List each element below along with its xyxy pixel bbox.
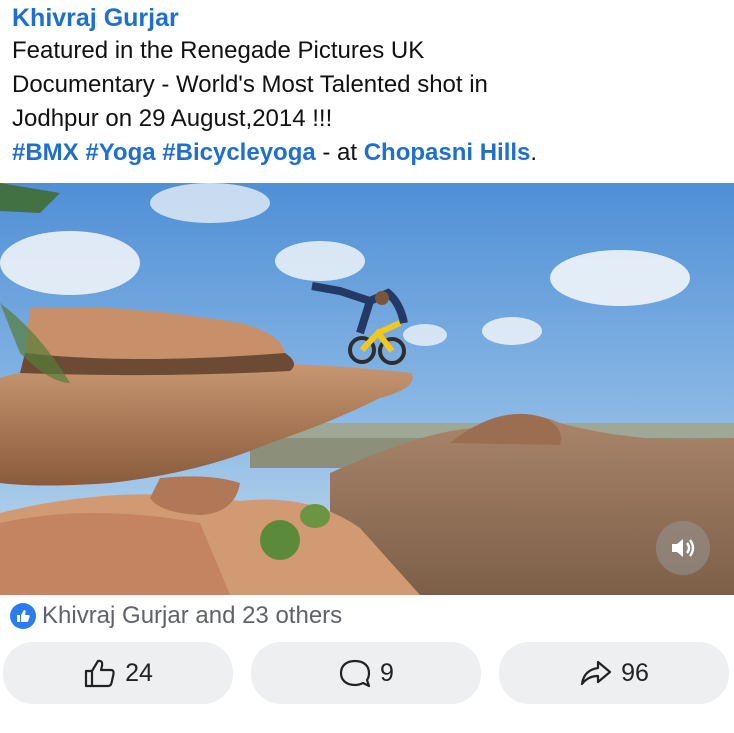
- post-caption-line-1: Featured in the Renegade Pictures UK: [12, 37, 425, 64]
- post-hashtags-line: #BMX #Yoga #Bicycleyoga - at Chopasni Hi…: [12, 136, 726, 170]
- location-suffix: .: [530, 139, 538, 166]
- post-action-bar: 24 9 96: [3, 642, 729, 704]
- post-author-name[interactable]: Khivraj Gurjar: [12, 2, 726, 34]
- share-button[interactable]: 96: [499, 642, 729, 704]
- hashtag-bmx[interactable]: #BMX: [12, 139, 79, 166]
- like-count: 24: [125, 658, 153, 687]
- video-player[interactable]: [0, 183, 734, 595]
- post-header: Khivraj Gurjar Featured in the Renegade …: [12, 2, 726, 170]
- comment-count: 9: [380, 658, 394, 687]
- video-frame-image: [0, 183, 734, 595]
- like-button[interactable]: 24: [3, 642, 233, 704]
- thumbs-up-outline-icon: [83, 657, 117, 689]
- location-prefix: - at: [315, 139, 364, 166]
- hashtag-yoga[interactable]: #Yoga: [85, 139, 155, 166]
- reactions-text: Khivraj Gurjar and 23 others: [42, 602, 343, 629]
- comment-bubble-icon: [338, 657, 372, 689]
- volume-button[interactable]: [656, 521, 710, 575]
- comment-button[interactable]: 9: [251, 642, 481, 704]
- thumbs-up-icon: [10, 603, 36, 629]
- post-caption-line-2: Documentary - World's Most Talented shot…: [12, 71, 488, 98]
- share-count: 96: [621, 658, 649, 687]
- post-caption-line-3: Jodhpur on 29 August,2014 !!!: [12, 105, 333, 132]
- reactions-summary[interactable]: Khivraj Gurjar and 23 others: [10, 602, 342, 630]
- speaker-volume-icon: [672, 539, 695, 557]
- share-arrow-icon: [579, 657, 613, 689]
- hashtag-bicycleyoga[interactable]: #Bicycleyoga: [162, 139, 315, 166]
- location-link[interactable]: Chopasni Hills: [364, 139, 531, 166]
